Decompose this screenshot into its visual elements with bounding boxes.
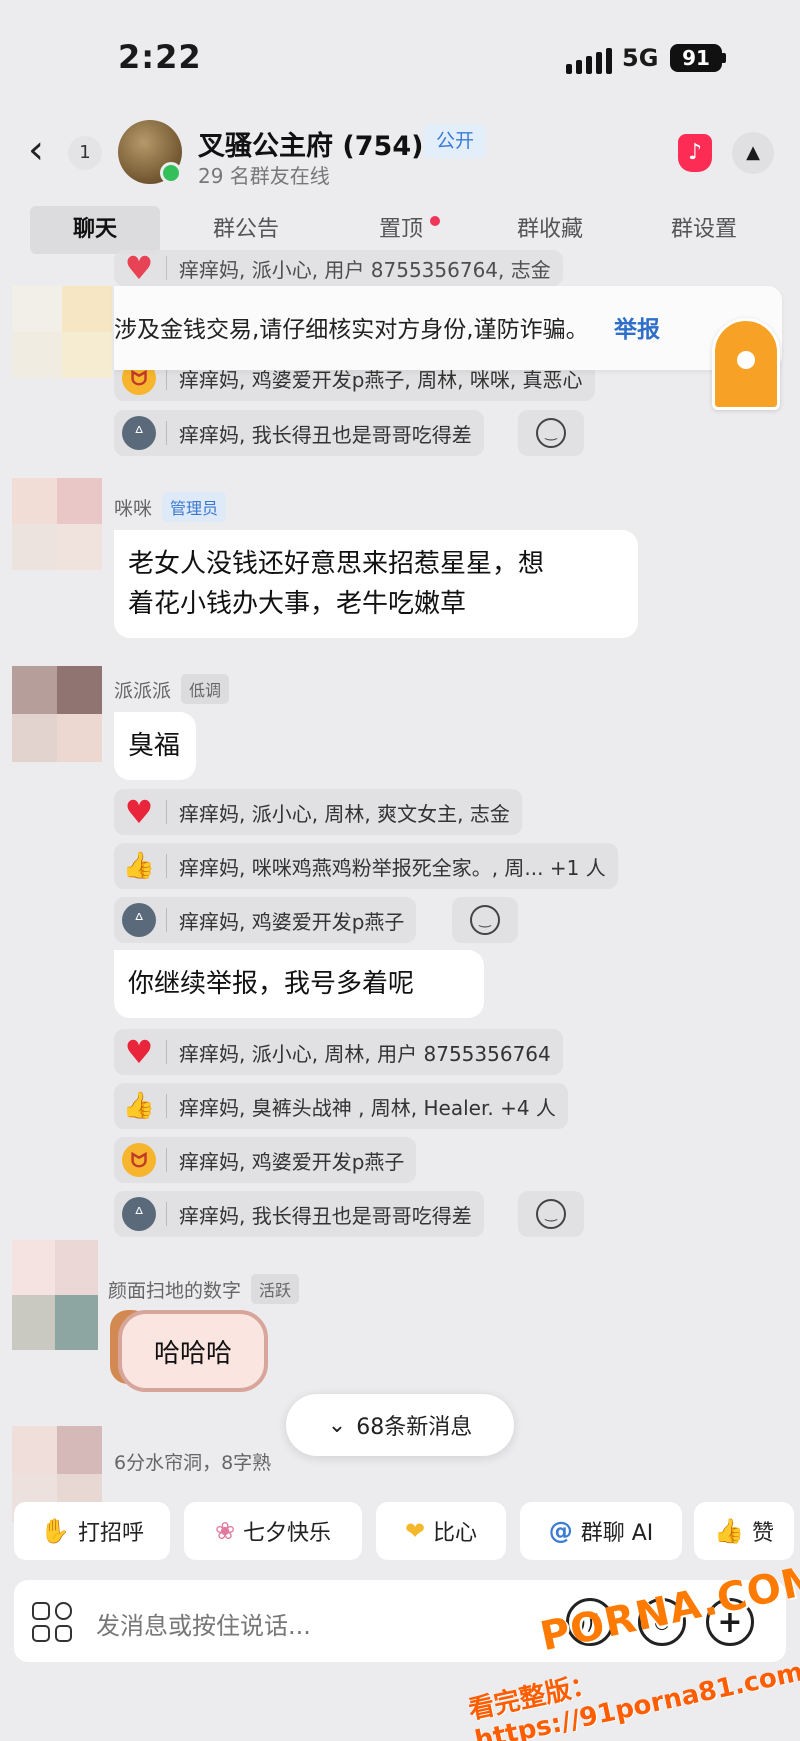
reaction-users: 痒痒妈, 鸡婆爱开发p燕子: [179, 909, 405, 934]
heart-icon: ♥: [124, 249, 154, 287]
chip-heart[interactable]: ❤ 比心: [376, 1502, 506, 1560]
status-badge: 低调: [181, 674, 230, 704]
sender-name[interactable]: 咪咪 管理员: [114, 492, 227, 522]
admin-badge: 管理员: [162, 492, 227, 522]
reaction-users: 痒痒妈, 咪咪鸡燕鸡粉举报死全家。, 周... +1 人: [179, 855, 606, 880]
heart-icon: ♥: [124, 793, 154, 831]
sender-label: 6分水帘洞，8字熟: [114, 1452, 272, 1474]
quick-actions: ✋ 打招呼 ❀ 七夕快乐 ❤ 比心 @ 群聊 AI 👍 赞: [0, 1502, 800, 1564]
chip-label: 打招呼: [77, 1521, 144, 1546]
public-badge: 公开: [424, 124, 486, 158]
unread-count[interactable]: 1: [68, 136, 102, 170]
notification-dot: [430, 216, 440, 226]
message-line: 臭福: [128, 731, 181, 761]
sender-name[interactable]: 派派派 低调: [114, 674, 230, 704]
chip-like[interactable]: 👍 赞: [694, 1502, 794, 1560]
thumbs-up-icon: 👍: [714, 1517, 744, 1545]
smile-icon: ‿: [536, 418, 566, 448]
reaction-users: 痒痒妈, 臭裤头战神 , 周林, Healer. +4 人: [179, 1095, 556, 1120]
collapse-up-icon[interactable]: ▲: [732, 132, 774, 174]
battery-tip: [722, 53, 726, 63]
reaction-users: 痒痒妈, 我长得丑也是哥哥吃得差: [179, 1203, 472, 1228]
chip-label: 群聊 AI: [580, 1521, 654, 1546]
tab-chat[interactable]: 聊天: [30, 206, 160, 254]
online-count: 29 名群友在线: [198, 164, 330, 188]
status-badge: 活跃: [251, 1274, 300, 1304]
chip-greet[interactable]: ✋ 打招呼: [14, 1502, 170, 1560]
add-reaction-button[interactable]: ‿: [518, 1191, 584, 1237]
thumbs-up-icon: 👍: [122, 1091, 156, 1121]
reaction-row[interactable]: 👍 痒痒妈, 咪咪鸡燕鸡粉举报死全家。, 周... +1 人: [114, 843, 618, 889]
tab-pinned[interactable]: 置顶: [346, 206, 456, 254]
laughing-emoji-icon: ᗢ: [122, 1143, 156, 1177]
new-messages-button[interactable]: ⌄ 68条新消息: [286, 1394, 514, 1456]
chip-label: 比心: [433, 1521, 478, 1546]
blurred-avatar: [12, 478, 102, 570]
thumbs-up-icon: 👍: [122, 851, 156, 881]
at-icon: @: [548, 1517, 573, 1545]
reaction-users: 痒痒妈, 派小心, 用户 8755356764, 志金: [179, 257, 551, 282]
smile-icon: ‿: [536, 1199, 566, 1229]
blurred-avatar: [12, 286, 112, 378]
reaction-row[interactable]: 👍 痒痒妈, 臭裤头战神 , 周林, Healer. +4 人: [114, 1083, 568, 1129]
reaction-row[interactable]: ᐞ 痒痒妈, 鸡婆爱开发p燕子: [114, 897, 417, 943]
wave-icon: ✋: [40, 1517, 70, 1545]
message-line: 你继续举报，我号多着呢: [128, 969, 415, 999]
reaction-row[interactable]: ᗢ 痒痒妈, 鸡婆爱开发p燕子: [114, 1137, 417, 1183]
group-title[interactable]: 叉骚公主府 (754): [198, 124, 423, 163]
signal-icon: [566, 48, 612, 74]
reaction-row[interactable]: ♥ 痒痒妈, 派小心, 周林, 用户 8755356764: [114, 1029, 563, 1075]
battery-icon: 91: [670, 44, 722, 72]
reaction-users: 痒痒妈, 鸡婆爱开发p燕子: [179, 1149, 405, 1174]
add-reaction-button[interactable]: ‿: [452, 897, 518, 943]
message-input[interactable]: 发消息或按住说话...: [96, 1606, 311, 1641]
tab-settings[interactable]: 群设置: [644, 206, 764, 254]
message-line: 着花小钱办大事，老牛吃嫩草: [128, 589, 467, 619]
chip-qixi[interactable]: ❀ 七夕快乐: [184, 1502, 362, 1560]
reaction-users: 痒痒妈, 派小心, 周林, 用户 8755356764: [179, 1041, 551, 1066]
online-indicator: [160, 162, 182, 184]
apps-grid-icon[interactable]: [32, 1602, 72, 1642]
chip-label: 七夕快乐: [243, 1521, 332, 1546]
add-reaction-button[interactable]: ‿: [518, 410, 584, 456]
reaction-row[interactable]: ♥ 痒痒妈, 派小心, 周林, 爽文女主, 志金: [114, 789, 522, 835]
douyin-shield-icon[interactable]: ♪: [678, 134, 712, 172]
heart-icon: ♥: [124, 1033, 154, 1071]
double-chevron-down-icon: ⌄: [327, 1412, 347, 1438]
network-type: 5G: [622, 44, 659, 72]
qixi-icon: ❀: [214, 1517, 236, 1545]
heart-hands-icon: ❤: [404, 1517, 426, 1545]
blurred-avatar: [12, 666, 102, 762]
reaction-users: 痒痒妈, 我长得丑也是哥哥吃得差: [179, 422, 472, 447]
reaction-users: 痒痒妈, 派小心, 周林, 爽文女主, 志金: [179, 801, 510, 826]
door-icon[interactable]: [712, 318, 780, 410]
blurred-avatar: [12, 1240, 98, 1350]
sender-label: 颜面扫地的数字: [108, 1279, 242, 1302]
message-bubble[interactable]: 臭福: [114, 712, 196, 780]
message-bubble[interactable]: 老女人没钱还好意思来招惹星星，想 着花小钱办大事，老牛吃嫩草: [114, 530, 638, 638]
tab-announcement[interactable]: 群公告: [186, 206, 306, 254]
tab-favorites[interactable]: 群收藏: [490, 206, 610, 254]
new-messages-label: 68条新消息: [356, 1415, 473, 1440]
message-line: 老女人没钱还好意思来招惹星星，想: [128, 549, 545, 579]
sticker-message[interactable]: 哈哈哈: [118, 1310, 268, 1392]
sender-name[interactable]: 颜面扫地的数字 活跃: [108, 1274, 300, 1304]
reaction-row[interactable]: ᐞ 痒痒妈, 我长得丑也是哥哥吃得差: [114, 1191, 484, 1237]
reaction-row[interactable]: ♥ 痒痒妈, 派小心, 用户 8755356764, 志金: [114, 249, 563, 287]
dog-emoji-icon: ᐞ: [122, 416, 156, 450]
sender-label: 派派派: [114, 679, 172, 702]
banner-text: 涉及金钱交易,请仔细核实对方身份,谨防诈骗。: [114, 317, 589, 343]
back-arrow-icon[interactable]: ‹: [28, 130, 44, 170]
dog-emoji-icon: ᐞ: [122, 1197, 156, 1231]
sender-label: 咪咪: [114, 497, 153, 520]
chip-label: 赞: [751, 1521, 774, 1546]
chip-group-ai[interactable]: @ 群聊 AI: [520, 1502, 682, 1560]
sender-name[interactable]: 6分水帘洞，8字熟: [114, 1448, 271, 1475]
status-time: 2:22: [118, 38, 202, 76]
smile-icon: ‿: [470, 905, 500, 935]
reaction-row[interactable]: ᐞ 痒痒妈, 我长得丑也是哥哥吃得差: [114, 410, 484, 456]
dog-emoji-icon: ᐞ: [122, 903, 156, 937]
report-link[interactable]: 举报: [614, 310, 660, 344]
message-bubble[interactable]: 你继续举报，我号多着呢: [114, 950, 484, 1018]
